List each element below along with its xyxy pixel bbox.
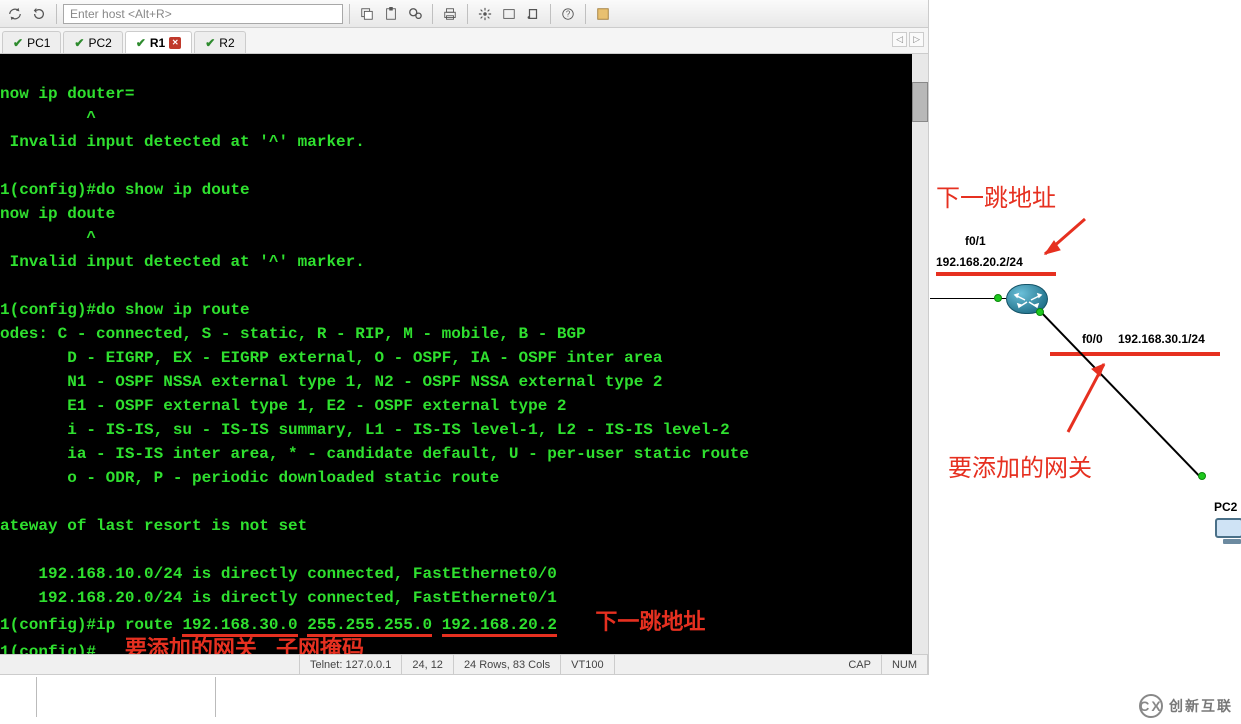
check-icon: ✔: [13, 36, 23, 50]
reconnect-icon[interactable]: [4, 3, 26, 25]
port-dot-1: [994, 294, 1002, 302]
tab-left-icon[interactable]: ◁: [892, 32, 907, 47]
arrow-nexthop: [1030, 214, 1090, 264]
copy-icon[interactable]: [356, 3, 378, 25]
refresh-icon[interactable]: [28, 3, 50, 25]
host-input[interactable]: Enter host <Alt+R>: [63, 4, 343, 24]
nexthop-title: 下一跳地址: [936, 178, 1056, 213]
status-cursor-pos: 24, 12: [402, 655, 454, 674]
status-num: NUM: [882, 655, 928, 674]
pc-icon: [1215, 518, 1241, 546]
terminal-line: ^: [0, 109, 96, 127]
terminal-line: ateway of last resort is not set: [0, 517, 307, 535]
check-icon: ✔: [74, 36, 84, 50]
status-term-type: VT100: [561, 655, 614, 674]
terminal-line: Invalid input detected at '^' marker.: [0, 253, 365, 271]
terminal-line: 192.168.10.0/24 is directly connected, F…: [0, 565, 557, 583]
pc2-label: PC2: [1214, 500, 1237, 514]
terminal-line: ^: [0, 229, 96, 247]
tab-label: R2: [219, 36, 234, 50]
port-dot-3: [1198, 472, 1206, 480]
topology-diagram: 下一跳地址 f0/1 192.168.20.2/24 f0/0 192.168.…: [930, 0, 1240, 724]
tab-pc1[interactable]: ✔ PC1: [2, 31, 61, 53]
script-icon[interactable]: [522, 3, 544, 25]
network-label-2: 192.168.30.1/24: [1118, 332, 1205, 346]
paste-icon[interactable]: [380, 3, 402, 25]
terminal-line: now ip doute: [0, 205, 115, 223]
red-bar-1: [936, 272, 1056, 276]
tab-r1[interactable]: ✔ R1 ✕: [125, 31, 192, 53]
terminal-line: now ip douter=: [0, 85, 134, 103]
terminal-output[interactable]: now ip douter= ^ Invalid input detected …: [0, 54, 928, 654]
mask-annotation: 子网掩码: [276, 636, 364, 654]
tab-r2[interactable]: ✔ R2: [194, 31, 245, 53]
scrollbar-thumb[interactable]: [912, 82, 928, 122]
toolbar-separator: [56, 4, 57, 24]
gateway-annotation: 要添加的网关: [125, 636, 257, 654]
toolbar-separator: [432, 4, 433, 24]
arrow-gateway: [1058, 354, 1118, 438]
terminal-line: odes: C - connected, S - static, R - RIP…: [0, 325, 586, 343]
terminal-line: N1 - OSPF NSSA external type 1, N2 - OSP…: [0, 373, 663, 391]
status-dimensions: 24 Rows, 83 Cols: [454, 655, 561, 674]
terminal-line: Invalid input detected at '^' marker.: [0, 133, 365, 151]
terminal-prompt: 1(config)# 要添加的网关 子网掩码: [0, 643, 364, 654]
toolbar-separator: [349, 4, 350, 24]
terminal-line: D - EIGRP, EX - EIGRP external, O - OSPF…: [0, 349, 663, 367]
tab-right-icon[interactable]: ▷: [909, 32, 924, 47]
terminal-line: 1(config)#do show ip doute: [0, 181, 250, 199]
home-icon[interactable]: [592, 3, 614, 25]
find-icon[interactable]: [404, 3, 426, 25]
settings-icon[interactable]: [474, 3, 496, 25]
frame-border: [36, 677, 216, 717]
logo-text: 创新互联: [1169, 696, 1233, 716]
nexthop-annotation: 下一跳地址: [595, 609, 705, 634]
interface-f00: f0/0: [1082, 332, 1103, 346]
logo-mark: CX: [1139, 694, 1163, 718]
status-bar: Telnet: 127.0.0.1 24, 12 24 Rows, 83 Col…: [0, 654, 928, 674]
terminal-line: i - IS-IS, su - IS-IS summary, L1 - IS-I…: [0, 421, 730, 439]
terminal-line: 192.168.20.0/24 is directly connected, F…: [0, 589, 557, 607]
terminal-line: E1 - OSPF external type 1, E2 - OSPF ext…: [0, 397, 567, 415]
check-icon: ✔: [205, 36, 215, 50]
terminal-app: Enter host <Alt+R> ?: [0, 0, 929, 675]
session-icon[interactable]: [498, 3, 520, 25]
tab-scroll[interactable]: ◁ ▷: [892, 32, 924, 47]
network-label-1: 192.168.20.2/24: [936, 255, 1023, 269]
gateway-title: 要添加的网关: [948, 448, 1092, 483]
tab-label: PC1: [27, 36, 50, 50]
terminal-scrollbar[interactable]: [912, 54, 928, 654]
port-dot-2: [1036, 308, 1044, 316]
tab-pc2[interactable]: ✔ PC2: [63, 31, 122, 53]
interface-f01: f0/1: [965, 234, 986, 248]
check-icon: ✔: [136, 36, 146, 50]
session-tabs: ✔ PC1 ✔ PC2 ✔ R1 ✕ ✔ R2 ◁ ▷: [0, 28, 928, 54]
terminal-line: o - ODR, P - periodic downloaded static …: [0, 469, 499, 487]
close-tab-icon[interactable]: ✕: [169, 37, 181, 49]
tab-label: PC2: [88, 36, 111, 50]
route-mask: 255.255.255.0: [307, 616, 432, 637]
tab-label: R1: [150, 36, 165, 50]
terminal-line: 1(config)#do show ip route: [0, 301, 250, 319]
toolbar: Enter host <Alt+R> ?: [0, 0, 928, 28]
status-cap: CAP: [838, 655, 882, 674]
terminal-ip-route-line: 1(config)#ip route 192.168.30.0 255.255.…: [0, 616, 705, 634]
toolbar-separator: [550, 4, 551, 24]
svg-text:?: ?: [566, 9, 571, 18]
route-nexthop: 192.168.20.2: [442, 616, 557, 637]
print-icon[interactable]: [439, 3, 461, 25]
help-icon[interactable]: ?: [557, 3, 579, 25]
status-connection: Telnet: 127.0.0.1: [300, 655, 402, 674]
toolbar-separator: [585, 4, 586, 24]
status-empty: [0, 655, 300, 674]
route-network: 192.168.30.0: [182, 616, 297, 637]
terminal-line: ia - IS-IS inter area, * - candidate def…: [0, 445, 749, 463]
toolbar-separator: [467, 4, 468, 24]
brand-logo: CX 创新互联: [1139, 694, 1233, 718]
